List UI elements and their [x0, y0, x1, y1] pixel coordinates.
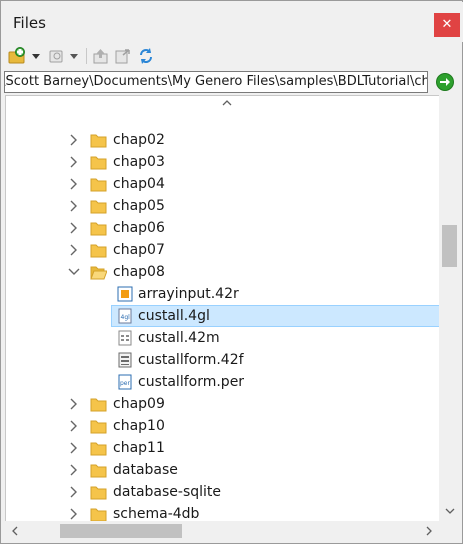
folder-icon	[90, 442, 107, 456]
tree-item-label: custallform.42f	[138, 352, 244, 368]
tree-item-file-selected[interactable]: 4gl custall.4gl	[6, 305, 441, 327]
scroll-down-icon[interactable]	[445, 507, 455, 515]
tree-item-folder[interactable]: chap02	[6, 129, 440, 151]
toolbar	[2, 42, 463, 70]
chevron-right-icon[interactable]	[68, 156, 80, 168]
tree-item-folder[interactable]: chap05	[6, 195, 440, 217]
svg-text:per: per	[120, 380, 131, 387]
folder-icon	[90, 244, 107, 258]
title-bar: Files ✕	[2, 2, 463, 42]
path-input[interactable]: rs\Scott Barney\Documents\My Genero File…	[4, 71, 428, 93]
tree-item-file[interactable]: arrayinput.42r	[6, 283, 440, 305]
tree-item-label: chap07	[113, 242, 165, 258]
tree-item-folder[interactable]: chap10	[6, 415, 440, 437]
source-file-icon: 4gl	[118, 308, 132, 324]
folder-icon	[90, 222, 107, 236]
tree-item-folder[interactable]: chap11	[6, 437, 440, 459]
window-title: Files	[13, 14, 46, 32]
per-file-icon: per	[118, 374, 132, 390]
export-icon[interactable]	[114, 46, 132, 66]
file-tree: chap02 chap03 chap04 chap05 chap06 chap0…	[5, 95, 460, 523]
chevron-right-icon[interactable]	[68, 244, 80, 256]
tree-item-label: chap03	[113, 154, 165, 170]
tree-item-file[interactable]: custallform.42f	[6, 349, 440, 371]
tree-item-label: chap08	[113, 264, 165, 280]
tree-item-folder-expanded[interactable]: chap08	[6, 261, 440, 283]
tree-item-label: chap10	[113, 418, 165, 434]
tree-item-file[interactable]: per custallform.per	[6, 371, 440, 393]
new-file-icon[interactable]	[48, 46, 66, 66]
path-bar: rs\Scott Barney\Documents\My Genero File…	[2, 69, 463, 95]
arrow-right-icon	[440, 78, 450, 86]
chevron-right-icon[interactable]	[68, 442, 80, 454]
tree-item-folder[interactable]: chap06	[6, 217, 440, 239]
tree-item-folder[interactable]: chap04	[6, 173, 440, 195]
chevron-right-icon[interactable]	[68, 134, 80, 146]
tree-item-label: arrayinput.42r	[138, 286, 239, 302]
tree-item-label: custallform.per	[138, 374, 245, 390]
chevron-right-icon[interactable]	[68, 200, 80, 212]
add-folder-icon[interactable]	[8, 46, 26, 66]
folder-icon	[90, 420, 107, 434]
tree-item-label: chap05	[113, 198, 165, 214]
tree-item-folder[interactable]: chap09	[6, 393, 440, 415]
vertical-scroll-thumb[interactable]	[442, 225, 457, 267]
dropdown-arrow-icon[interactable]	[30, 46, 42, 66]
horizontal-scroll-thumb[interactable]	[60, 524, 182, 538]
tree-item-folder[interactable]: schema-4db	[6, 503, 440, 522]
chevron-right-icon[interactable]	[68, 222, 80, 234]
go-button[interactable]	[436, 73, 454, 91]
tree-item-label: chap04	[113, 176, 165, 192]
toolbar-separator	[86, 48, 87, 64]
tree-item-label: custall.4gl	[138, 308, 210, 324]
folder-icon	[90, 508, 107, 522]
tree-item-label: chap09	[113, 396, 165, 412]
path-value: rs\Scott Barney\Documents\My Genero File…	[5, 74, 428, 89]
chevron-right-icon[interactable]	[68, 486, 80, 498]
files-window: Files ✕ Scott Barney\Documents\My Genero…	[0, 0, 463, 544]
dropdown-arrow-icon[interactable]	[68, 46, 80, 66]
chevron-right-icon[interactable]	[68, 508, 80, 520]
scroll-left-icon[interactable]	[11, 526, 19, 536]
folder-icon	[90, 486, 107, 500]
close-button[interactable]: ✕	[434, 13, 460, 37]
tree-item-folder[interactable]: chap07	[6, 239, 440, 261]
chevron-down-icon[interactable]	[68, 266, 80, 278]
tree-item-label: custall.42m	[138, 330, 220, 346]
upload-icon[interactable]	[92, 46, 110, 66]
folder-icon	[90, 398, 107, 412]
folder-icon	[90, 156, 107, 170]
folder-icon	[90, 134, 107, 148]
refresh-icon[interactable]	[137, 46, 155, 66]
form-file-icon	[118, 352, 132, 368]
folder-icon	[90, 464, 107, 478]
report-file-icon	[117, 286, 133, 302]
tree-item-label: chap11	[113, 440, 165, 456]
horizontal-scrollbar[interactable]	[5, 521, 439, 541]
tree-item-label: chap02	[113, 132, 165, 148]
scrollbar-corner	[439, 521, 460, 541]
scroll-right-icon[interactable]	[425, 526, 433, 536]
chevron-right-icon[interactable]	[68, 178, 80, 190]
folder-icon	[90, 178, 107, 192]
open-folder-icon	[90, 266, 107, 280]
tree-item-file[interactable]: custall.42m	[6, 327, 440, 349]
tree-item-folder[interactable]: database	[6, 459, 440, 481]
tree-item-label: database	[113, 462, 178, 478]
chevron-right-icon[interactable]	[68, 398, 80, 410]
chevron-right-icon[interactable]	[68, 464, 80, 476]
svg-text:4gl: 4gl	[121, 314, 131, 321]
folder-icon	[90, 200, 107, 214]
chevron-right-icon[interactable]	[68, 420, 80, 432]
close-icon: ✕	[441, 17, 453, 32]
tree-item-label: chap06	[113, 220, 165, 236]
tree-item-folder[interactable]: chap03	[6, 151, 440, 173]
module-file-icon	[118, 330, 132, 346]
scroll-up-indicator-icon	[222, 100, 232, 106]
vertical-scrollbar[interactable]	[439, 95, 460, 523]
tree-item-folder[interactable]: database-sqlite	[6, 481, 440, 503]
tree-item-label: database-sqlite	[113, 484, 222, 500]
